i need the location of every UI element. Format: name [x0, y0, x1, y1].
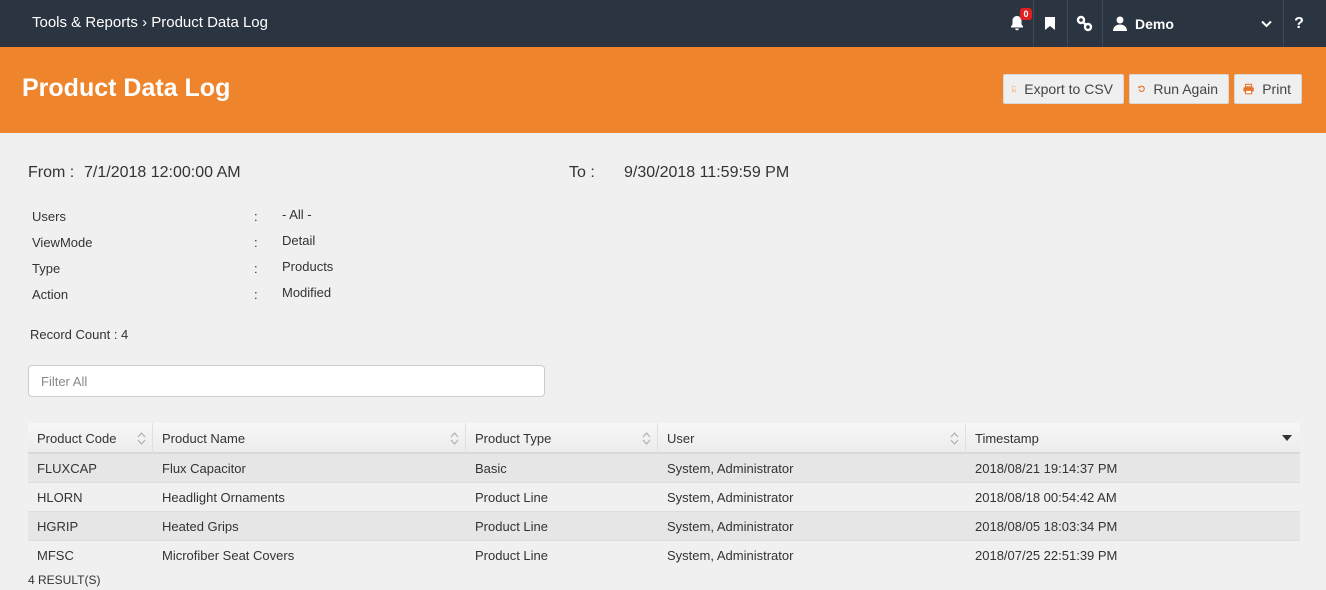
sort-icon — [950, 432, 959, 445]
link-icon — [1076, 15, 1093, 32]
run-again-label: Run Again — [1153, 81, 1218, 97]
column-header-user[interactable]: User — [658, 423, 966, 454]
column-header-label: Product Name — [162, 431, 246, 446]
param-value: - All - — [282, 207, 312, 222]
user-name[interactable]: Demo — [1135, 16, 1174, 32]
bookmark-icon — [1045, 17, 1055, 30]
param-row-users: Users : - All - — [32, 207, 432, 229]
cell-product-type: Product Line — [475, 490, 548, 505]
filter-input[interactable] — [28, 365, 545, 397]
sort-icon — [137, 432, 146, 445]
column-header-label: Product Code — [37, 431, 117, 446]
bookmarks-button[interactable] — [1034, 0, 1066, 47]
notification-count-badge: 0 — [1020, 8, 1032, 20]
table-header: Product Code Product Name Product Type U… — [28, 423, 1300, 454]
user-menu[interactable] — [1103, 0, 1283, 47]
print-icon — [1243, 83, 1254, 95]
help-icon[interactable]: ? — [1284, 0, 1314, 47]
cell-product-code: FLUXCAP — [37, 461, 97, 476]
cell-timestamp: 2018/08/18 00:54:42 AM — [975, 490, 1117, 505]
page-header: Product Data Log Export to CSV Run Again… — [0, 47, 1326, 133]
chevron-down-icon — [1261, 20, 1272, 28]
cell-product-name: Headlight Ornaments — [162, 490, 285, 505]
results-count: 4 RESULT(S) — [28, 573, 101, 587]
param-separator: : — [254, 209, 258, 224]
cell-timestamp: 2018/08/21 19:14:37 PM — [975, 461, 1118, 476]
breadcrumb-parent[interactable]: Tools & Reports — [32, 14, 138, 31]
export-csv-label: Export to CSV — [1024, 81, 1113, 97]
table-row[interactable]: MFSC Microfiber Seat Covers Product Line… — [28, 541, 1300, 570]
cell-product-code: MFSC — [37, 548, 74, 563]
column-header-product-type[interactable]: Product Type — [466, 423, 658, 454]
cell-product-name: Heated Grips — [162, 519, 239, 534]
cell-user: System, Administrator — [667, 490, 794, 505]
results-table: Product Code Product Name Product Type U… — [28, 423, 1300, 570]
cell-product-code: HLORN — [37, 490, 83, 505]
user-icon — [1113, 16, 1127, 31]
param-key: ViewMode — [32, 235, 93, 250]
record-count: Record Count : 4 — [30, 327, 129, 342]
sort-desc-icon — [1282, 435, 1292, 441]
links-button[interactable] — [1068, 0, 1101, 47]
export-csv-button[interactable]: Export to CSV — [1003, 74, 1124, 104]
param-row-type: Type : Products — [32, 259, 432, 281]
column-header-label: User — [667, 431, 695, 446]
cell-product-type: Product Line — [475, 548, 548, 563]
page-title: Product Data Log — [22, 74, 231, 102]
print-label: Print — [1262, 81, 1291, 97]
refresh-icon — [1138, 85, 1145, 92]
run-again-button[interactable]: Run Again — [1129, 74, 1229, 104]
param-value: Modified — [282, 285, 332, 300]
param-separator: : — [254, 287, 258, 302]
column-header-product-code[interactable]: Product Code — [28, 423, 153, 454]
column-header-timestamp[interactable]: Timestamp — [966, 423, 1300, 454]
breadcrumb-current: Product Data Log — [151, 14, 268, 31]
param-value: Products — [282, 259, 334, 274]
cell-product-name: Flux Capacitor — [162, 461, 246, 476]
column-header-label: Product Type — [475, 431, 552, 446]
breadcrumb-separator: › — [142, 14, 148, 31]
cell-product-type: Product Line — [475, 519, 548, 534]
cell-product-type: Basic — [475, 461, 507, 476]
from-value: 7/1/2018 12:00:00 AM — [84, 164, 241, 181]
table-row[interactable]: FLUXCAP Flux Capacitor Basic System, Adm… — [28, 454, 1300, 483]
cell-timestamp: 2018/08/05 18:03:34 PM — [975, 519, 1118, 534]
column-header-product-name[interactable]: Product Name — [153, 423, 466, 454]
param-key: Action — [32, 287, 69, 302]
to-label: To : — [569, 164, 595, 181]
cell-user: System, Administrator — [667, 548, 794, 563]
cell-product-code: HGRIP — [37, 519, 79, 534]
print-button[interactable]: Print — [1234, 74, 1302, 104]
to-value: 9/30/2018 11:59:59 PM — [624, 164, 790, 181]
param-row-viewmode: ViewMode : Detail — [32, 233, 432, 255]
cell-user: System, Administrator — [667, 461, 794, 476]
breadcrumb: Tools & Reports › Product Data Log — [32, 14, 268, 31]
sort-icon — [450, 432, 459, 445]
cell-timestamp: 2018/07/25 22:51:39 PM — [975, 548, 1118, 563]
cell-product-name: Microfiber Seat Covers — [162, 548, 295, 563]
from-label: From : — [28, 164, 75, 181]
param-key: Type — [32, 261, 61, 276]
param-separator: : — [254, 235, 258, 250]
table-row[interactable]: HLORN Headlight Ornaments Product Line S… — [28, 483, 1300, 512]
top-nav: Tools & Reports › Product Data Log 0 Dem… — [0, 0, 1326, 47]
param-value: Detail — [282, 233, 316, 248]
param-separator: : — [254, 261, 258, 276]
column-header-label: Timestamp — [975, 431, 1039, 446]
notifications-button[interactable]: 0 — [1002, 0, 1032, 47]
table-row[interactable]: HGRIP Heated Grips Product Line System, … — [28, 512, 1300, 541]
param-key: Users — [32, 209, 66, 224]
sort-icon — [642, 432, 651, 445]
csv-file-icon — [1012, 86, 1017, 92]
param-row-action: Action : Modified — [32, 285, 432, 307]
cell-user: System, Administrator — [667, 519, 794, 534]
